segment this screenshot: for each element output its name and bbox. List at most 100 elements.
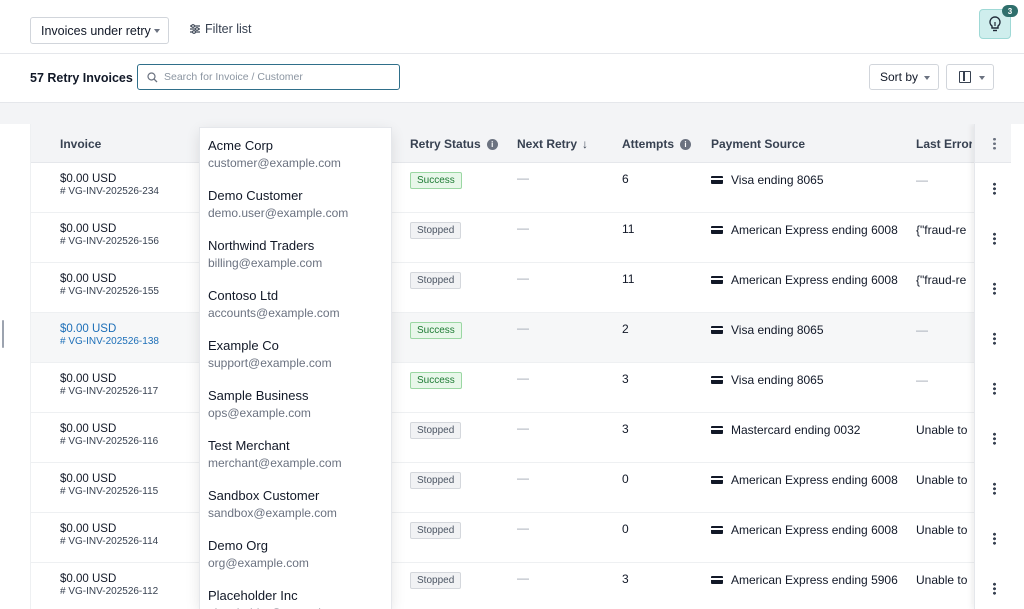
column-header-next-retry[interactable]: Next Retry ↓: [517, 137, 588, 151]
column-header-retry-status[interactable]: Retry Status i: [410, 137, 498, 151]
customer-suggestion-item[interactable]: Placeholder Incplaceholder@example.com: [200, 578, 391, 609]
search-input[interactable]: [164, 71, 384, 83]
row-actions-button[interactable]: [975, 413, 1011, 463]
customer-suggestion-item[interactable]: Demo Org org@example.com: [200, 528, 391, 578]
customer-suggestion-item[interactable]: Contoso Ltd accounts@example.com: [200, 278, 391, 328]
table-settings-button[interactable]: [975, 124, 1011, 163]
table-row[interactable]: $0.00 USD # VG-INV-202526-156 Stopped — 11 Am…: [31, 213, 1011, 263]
invoice-amount[interactable]: $0.00 USD: [60, 173, 116, 185]
invoice-number[interactable]: # VG-INV-202526-116: [60, 436, 158, 447]
invoice-amount[interactable]: $0.00 USD: [60, 323, 116, 335]
invoice-amount[interactable]: $0.00 USD: [60, 573, 116, 585]
row-actions-button[interactable]: [975, 363, 1011, 413]
retry-status-badge: Stopped: [410, 422, 462, 439]
table-row[interactable]: $0.00 USD # VG-INV-202526-117 Success — 3 Vis…: [31, 363, 1011, 413]
invoice-amount[interactable]: $0.00 USD: [60, 523, 116, 535]
table-row[interactable]: $0.00 USD # VG-INV-202526-115 Stopped — 0 Ame…: [31, 463, 1011, 513]
row-actions-column: [974, 124, 1011, 609]
table-row[interactable]: $0.00 USD # VG-INV-202526-155 Stopped — 11 Am…: [31, 263, 1011, 313]
invoice-number[interactable]: # VG-INV-202526-114: [60, 536, 158, 547]
search-icon: [147, 71, 158, 82]
invoice-number[interactable]: # VG-INV-202526-155: [60, 286, 159, 297]
lightbulb-icon: [989, 16, 1001, 32]
columns-toggle-button[interactable]: [946, 64, 994, 90]
customer-suggestion-item[interactable]: Demo Customer demo.user@example.com: [200, 178, 391, 228]
payment-source-label: American Express ending 6008: [731, 523, 898, 537]
invoice-amount[interactable]: $0.00 USD: [60, 373, 116, 385]
row-actions-button[interactable]: [975, 513, 1011, 563]
view-select-dropdown[interactable]: Invoices under retry: [30, 17, 169, 44]
invoice-number[interactable]: # VG-INV-202526-117: [60, 386, 158, 397]
row-actions-button[interactable]: [975, 213, 1011, 263]
next-retry-value: —: [517, 221, 529, 235]
payment-source-label: American Express ending 6008: [731, 223, 898, 237]
customer-email: org@example.com: [208, 556, 309, 570]
filter-list-label: Filter list: [205, 22, 252, 36]
last-error-value: Unable to: [916, 523, 968, 537]
payment-source: Visa ending 8065: [711, 373, 824, 387]
next-retry-value: —: [517, 521, 529, 535]
invoice-amount[interactable]: $0.00 USD: [60, 473, 116, 485]
columns-icon: [959, 71, 971, 83]
resize-handle[interactable]: [2, 320, 4, 348]
payment-source-label: American Express ending 6008: [731, 273, 898, 287]
row-actions-button[interactable]: [975, 263, 1011, 313]
invoice-number[interactable]: # VG-INV-202526-115: [60, 486, 158, 497]
more-vertical-icon: [992, 431, 996, 445]
more-vertical-icon: [992, 181, 996, 195]
info-icon[interactable]: i: [680, 138, 692, 150]
customer-suggestion-item[interactable]: Northwind Traders billing@example.com: [200, 228, 391, 278]
customer-suggestion-item[interactable]: Sample Business ops@example.com: [200, 378, 391, 428]
invoice-amount[interactable]: $0.00 USD: [60, 423, 116, 435]
customer-suggestion-item[interactable]: Acme Corp customer@example.com: [200, 128, 391, 178]
payment-source-label: Visa ending 8065: [731, 173, 824, 187]
chevron-down-icon: [154, 29, 160, 33]
column-header-label: Invoice: [60, 137, 102, 151]
notification-badge: 3: [1002, 5, 1018, 17]
invoice-number[interactable]: # VG-INV-202526-156: [60, 236, 159, 247]
payment-source: American Express ending 6008: [711, 273, 898, 287]
invoice-number[interactable]: # VG-INV-202526-112: [60, 586, 158, 597]
payment-source-label: Visa ending 8065: [731, 373, 824, 387]
sort-by-dropdown[interactable]: Sort by: [869, 64, 939, 90]
retry-status-badge: Stopped: [410, 222, 462, 239]
column-header-attempts[interactable]: Attempts i: [622, 137, 692, 151]
payment-source: American Express ending 6008: [711, 523, 898, 537]
last-error-value: Unable to: [916, 473, 968, 487]
table-row[interactable]: $0.00 USD # VG-INV-202526-234 Success — 6 Vis…: [31, 163, 1011, 213]
payment-source-label: American Express ending 5906: [731, 573, 898, 587]
credit-card-icon: [711, 376, 723, 384]
column-header-invoice[interactable]: Invoice: [60, 137, 101, 151]
row-actions-button[interactable]: [975, 313, 1011, 363]
table-row[interactable]: $0.00 USD # VG-INV-202526-114 Stopped — 0 Ame…: [31, 513, 1011, 563]
column-header-last-error[interactable]: Last Error: [916, 137, 972, 151]
row-actions-button[interactable]: [975, 563, 1011, 609]
table-row[interactable]: $0.00 USD # VG-INV-202526-112 Stopped — 3 Ame…: [31, 563, 1011, 609]
search-box[interactable]: [137, 64, 400, 90]
invoice-number[interactable]: # VG-INV-202526-138: [60, 336, 159, 347]
invoice-amount[interactable]: $0.00 USD: [60, 223, 116, 235]
customer-name: Example Co: [208, 338, 279, 353]
table-row[interactable]: $0.00 USD # VG-INV-202526-116 Stopped — 3 Mas…: [31, 413, 1011, 463]
customer-email: ops@example.com: [208, 406, 311, 420]
next-retry-value: —: [517, 421, 529, 435]
customer-suggestion-item[interactable]: Test Merchant merchant@example.com: [200, 428, 391, 478]
customer-suggestions-dropdown: Acme Corp customer@example.com Demo Custom…: [200, 128, 391, 609]
customer-suggestion-item[interactable]: Example Co support@example.com: [200, 328, 391, 378]
row-actions-button[interactable]: [975, 463, 1011, 513]
row-actions-button[interactable]: [975, 163, 1011, 213]
payment-source: Visa ending 8065: [711, 173, 824, 187]
list-toolbar: 57 Retry Invoices Sort by: [0, 54, 1024, 103]
filter-list-button[interactable]: Filter list: [190, 22, 252, 36]
table-row[interactable]: $0.00 USD # VG-INV-202526-138 Success — 2 Vis…: [31, 313, 1011, 363]
customer-name: Sandbox Customer: [208, 488, 320, 503]
invoice-number[interactable]: # VG-INV-202526-234: [60, 186, 159, 197]
invoice-amount[interactable]: $0.00 USD: [60, 273, 116, 285]
customer-email: customer@example.com: [208, 156, 341, 170]
column-header-payment-source[interactable]: Payment Source: [711, 137, 805, 151]
payment-source-label: Visa ending 8065: [731, 323, 824, 337]
customer-suggestion-item[interactable]: Sandbox Customer sandbox@example.com: [200, 478, 391, 528]
filter-icon: [190, 24, 200, 34]
customer-email: sandbox@example.com: [208, 506, 337, 520]
info-icon[interactable]: i: [486, 138, 498, 150]
